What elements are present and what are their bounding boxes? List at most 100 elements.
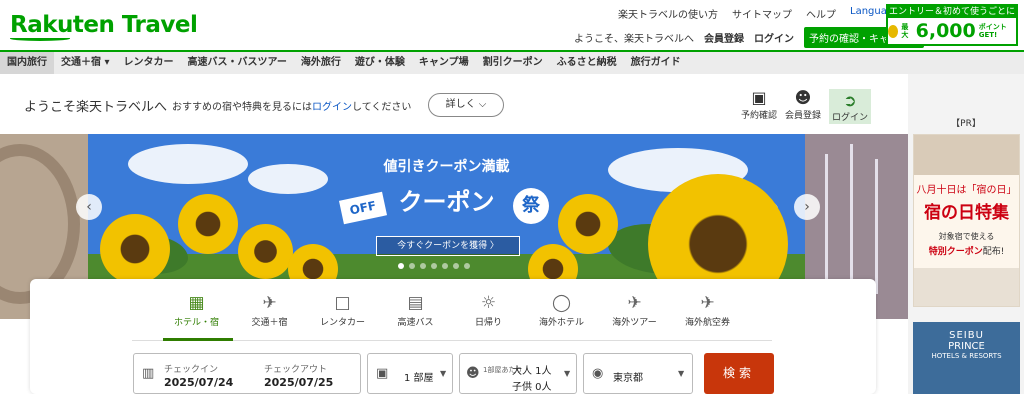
carousel-dot[interactable] xyxy=(431,263,437,269)
tab-rental-car[interactable]: □ レンタカー xyxy=(306,293,379,328)
right-sidebar: 【PR】 八月十日は「宿の日」 宿の日特集 対象宿で使える 特別クーポン配布! … xyxy=(908,74,1024,394)
active-tab-indicator xyxy=(163,338,233,341)
nav-rental-car[interactable]: レンタカー xyxy=(117,52,181,74)
points-promo-banner[interactable]: エントリー＆初めて使うごとに 最大 6,000 ポイントGET! xyxy=(886,4,1018,46)
person-icon: ☻ xyxy=(466,366,480,381)
matsuri-badge: 祭 xyxy=(513,188,549,224)
tab-overseas-hotel[interactable]: ◯ 海外ホテル xyxy=(525,293,598,328)
coin-icon xyxy=(888,24,899,38)
tab-hotel[interactable]: ▦ ホテル・宿 xyxy=(160,293,233,328)
location-pin-icon: ◉ xyxy=(592,366,604,381)
guide-link[interactable]: 楽天トラベルの使い方 xyxy=(618,6,718,21)
ad1-line1: 八月十日は「宿の日」 xyxy=(916,185,1017,196)
nav-transport-hotel[interactable]: 交通＋宿 ▾ xyxy=(54,52,117,74)
carousel-next-button[interactable]: › xyxy=(794,194,820,220)
chevron-down-icon: ▼ xyxy=(564,369,571,378)
tour-icon: ✈ xyxy=(627,293,642,313)
banner-coupon-text: クーポン xyxy=(398,188,495,216)
ad1-line4: 特別クーポン配布! xyxy=(914,244,1019,257)
destination-select[interactable]: ◉ 東京都 ▼ xyxy=(583,353,693,394)
chevron-down-icon: ▼ xyxy=(440,369,447,378)
checkout-value[interactable]: 2025/07/25 xyxy=(264,376,333,389)
carousel-dot[interactable] xyxy=(464,263,470,269)
ad1-line2: 宿の日特集 xyxy=(924,203,1009,223)
search-panel: ▦ ホテル・宿 ✈ 交通＋宿 □ レンタカー ▤ 高速バス ☼ 日帰り ◯ 海外ホテル ✈ 海… xyxy=(30,279,876,394)
nav-overseas[interactable]: 海外旅行 xyxy=(294,52,348,74)
chevron-right-icon: › xyxy=(804,199,810,215)
register-shortcut[interactable]: ☻ 会員登録 xyxy=(783,88,823,121)
welcome-bar: ようこそ楽天トラベルへ おすすめの宿や特典を見るにはログインしてください 詳しく… xyxy=(0,74,908,134)
tab-transport-hotel[interactable]: ✈ 交通＋宿 xyxy=(233,293,306,328)
carousel-prev-button[interactable]: ‹ xyxy=(76,194,102,220)
sun-icon: ☼ xyxy=(480,293,497,313)
rakuten-travel-logo[interactable]: Rakuten Travel xyxy=(10,12,198,38)
ad1-line3: 対象宿で使える xyxy=(938,232,995,241)
tab-overseas-flight[interactable]: ✈ 海外航空券 xyxy=(671,293,744,328)
checkin-label: チェックイン xyxy=(164,365,219,375)
carousel-dot[interactable] xyxy=(409,263,415,269)
member-register-link[interactable]: 会員登録 xyxy=(704,30,744,45)
tab-transport-hotel-label: 交通＋宿 xyxy=(251,318,288,328)
tab-daytrip-label: 日帰り xyxy=(474,318,502,328)
seibu-prince-ad[interactable]: SEIBU PRINCE HOTELS & RESORTS xyxy=(913,322,1020,394)
get-coupon-button[interactable]: 今すぐクーポンを獲得 〉 xyxy=(376,236,520,256)
carousel-dot[interactable] xyxy=(442,263,448,269)
child-count: 子供 0人 xyxy=(512,382,552,393)
ad2-line2: PRINCE xyxy=(948,341,985,352)
nav-activities[interactable]: 遊び・体験 xyxy=(348,52,412,74)
calendar-check-icon: ▣ xyxy=(751,88,767,107)
carousel-dot[interactable] xyxy=(453,263,459,269)
ad2-line1: SEIBU xyxy=(949,330,984,341)
welcome-subtext: おすすめの宿や特典を見るにはログインしてください xyxy=(172,98,411,113)
tab-overseas-tour[interactable]: ✈ 海外ツアー xyxy=(598,293,671,328)
nav-coupons[interactable]: 割引クーポン xyxy=(476,52,550,74)
tab-overseas-tour-label: 海外ツアー xyxy=(612,318,657,328)
login-shortcut[interactable]: ➲ ログイン xyxy=(829,89,871,124)
nav-travel-guide[interactable]: 旅行ガイド xyxy=(624,52,688,74)
top-links: 楽天トラベルの使い方 サイトマップ ヘルプ Languages ▾ xyxy=(618,6,913,21)
register-label: 会員登録 xyxy=(784,111,821,121)
calendar-icon: ▥ xyxy=(142,366,155,381)
banner-title: 値引きクーポン満載 xyxy=(383,159,510,175)
nav-domestic[interactable]: 国内旅行 xyxy=(0,52,54,74)
nav-bus[interactable]: 高速バス・バスツアー xyxy=(181,52,294,74)
promo-bottom: 最大 6,000 ポイントGET! xyxy=(888,18,1016,44)
bus-icon: ▤ xyxy=(407,293,424,313)
tab-hotel-label: ホテル・宿 xyxy=(173,318,219,328)
destination-value: 東京都 xyxy=(613,373,643,384)
search-button[interactable]: 検索 xyxy=(704,353,774,394)
chevron-left-icon: ‹ xyxy=(86,199,92,215)
globe-hotel-icon: ◯ xyxy=(551,293,572,313)
tab-bus[interactable]: ▤ 高速バス xyxy=(379,293,452,328)
tab-overseas-flight-label: 海外航空券 xyxy=(684,318,730,328)
welcome-line: ようこそ、楽天トラベルへ 会員登録 ログイン 予約の確認・キャンセル xyxy=(574,27,924,48)
ad-image-bottom xyxy=(914,268,1019,306)
guest-select[interactable]: ☻ 1部屋あたり 大人 1人 子供 0人 ▼ xyxy=(459,353,577,394)
nav-camping[interactable]: キャンプ場 xyxy=(412,52,476,74)
login-link[interactable]: ログイン xyxy=(754,30,794,45)
date-picker[interactable]: ▥ チェックイン 2025/07/24 チェックアウト 2025/07/25 xyxy=(133,353,361,394)
welcome-login-link[interactable]: ログイン xyxy=(312,102,352,113)
checkin-value[interactable]: 2025/07/24 xyxy=(164,376,233,389)
nav-furusato[interactable]: ふるさと納税 xyxy=(550,52,624,74)
ad-image-top xyxy=(914,135,1019,175)
room-select[interactable]: ▣ 1 部屋 ▼ xyxy=(367,353,453,394)
carousel-dot[interactable] xyxy=(420,263,426,269)
bed-icon: ▣ xyxy=(376,366,389,381)
details-button[interactable]: 詳しく ⌵ xyxy=(428,93,504,117)
help-link[interactable]: ヘルプ xyxy=(806,6,836,21)
pr-label: 【PR】 xyxy=(951,119,981,129)
promo-amount: 6,000 xyxy=(915,20,976,42)
yado-no-hi-ad[interactable]: 八月十日は「宿の日」 宿の日特集 対象宿で使える 特別クーポン配布! xyxy=(913,134,1020,307)
reservation-check-label: 予約確認 xyxy=(740,111,777,121)
checkout-label: チェックアウト xyxy=(264,365,328,375)
chevron-down-icon: ▼ xyxy=(678,369,685,378)
carousel-dot[interactable] xyxy=(398,263,404,269)
reservation-check-shortcut[interactable]: ▣ 予約確認 xyxy=(739,88,779,121)
ad1-distribution: 配布! xyxy=(982,247,1005,257)
header: Rakuten Travel 楽天トラベルの使い方 サイトマップ ヘルプ Lan… xyxy=(0,0,1024,50)
login-icon: ➲ xyxy=(843,91,857,110)
ad1-special-coupon: 特別クーポン xyxy=(928,247,983,257)
tab-daytrip[interactable]: ☼ 日帰り xyxy=(452,293,525,328)
sitemap-link[interactable]: サイトマップ xyxy=(732,6,792,21)
